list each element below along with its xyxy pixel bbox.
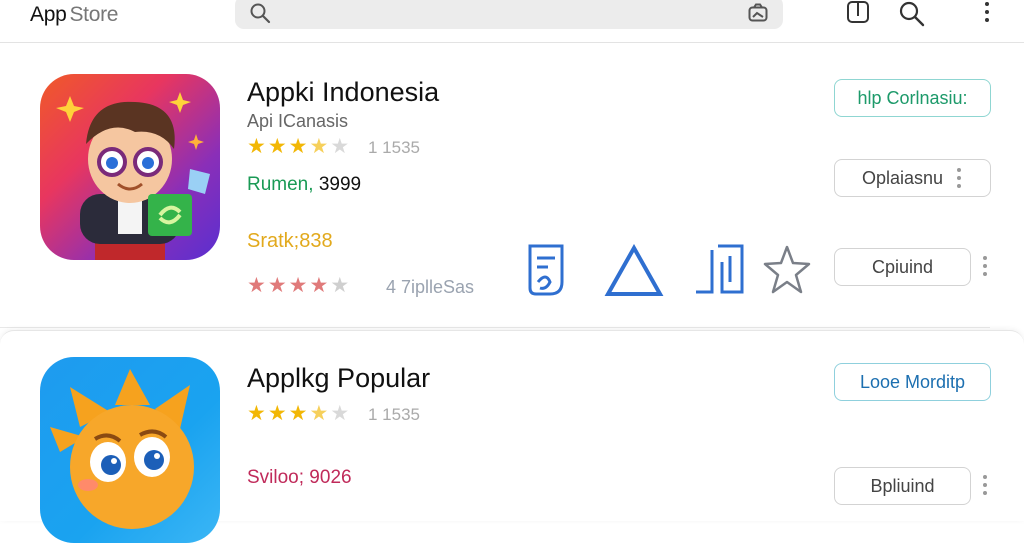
more-vertical-icon[interactable] [985,2,991,26]
search-icon[interactable] [249,2,271,24]
secondary-rating-count: 4 7iplleSas [386,277,475,297]
app-store-logo[interactable]: App Store [30,3,118,27]
install-button[interactable]: Cpiuind [834,248,971,286]
card-divider [0,327,990,328]
options-dropdown-label: Oplaiasnu [861,167,944,188]
primary-action-button[interactable]: Looe Morditp [834,363,991,401]
app-icon[interactable] [40,74,220,260]
size-line: Sratk;838 [247,230,333,252]
triangle-icon[interactable] [604,244,664,298]
rating-count: 1 1535 [368,405,420,424]
app-card[interactable]: Appki Indonesia Api ICanasis ★★★★★ 1 153… [0,44,1024,328]
document-icon[interactable] [524,242,568,298]
photo-icon[interactable] [747,2,769,24]
search-bar[interactable] [235,0,783,29]
price-label: Rumen, [247,174,314,195]
app-card[interactable]: Applkg Popular ★★★★★ 1 1535 Sviloo; 9026… [0,330,1024,543]
app-title[interactable]: Applkg Popular [247,363,430,394]
brand-store-text: Store [69,3,119,26]
install-button[interactable]: Bpliuind [834,467,971,505]
cartoon-boy-image [56,92,210,260]
app-icon[interactable] [40,357,220,543]
app-title[interactable]: Appki Indonesia [247,77,439,108]
more-vertical-icon[interactable] [983,256,989,280]
bracket-icon[interactable] [692,242,748,298]
rating-count: 1 1535 [368,138,420,157]
top-bar: App Store [0,0,1024,43]
more-vertical-icon[interactable] [983,475,989,499]
brand-app-text: App [30,3,67,26]
search-icon[interactable] [898,0,926,28]
price-value: 3999 [318,174,362,195]
secondary-rating-stars: ★★★★★ [247,274,352,297]
options-dropdown-button[interactable]: Oplaiasnu [834,159,991,197]
star-outline-icon[interactable] [762,244,812,296]
cartoon-sun-image [50,369,194,529]
bookmark-icon[interactable] [845,0,871,26]
search-input[interactable] [279,0,723,27]
price-line: Rumen, 3999 [247,174,361,196]
size-line: Sviloo; 9026 [247,467,352,488]
rating-stars: ★★★★★ [247,402,352,425]
primary-action-button[interactable]: hlp Corlnasiu: [834,79,991,117]
app-subtitle: Api ICanasis [247,111,349,131]
more-vertical-icon[interactable] [957,168,963,188]
rating-stars: ★★★★★ [247,135,352,158]
